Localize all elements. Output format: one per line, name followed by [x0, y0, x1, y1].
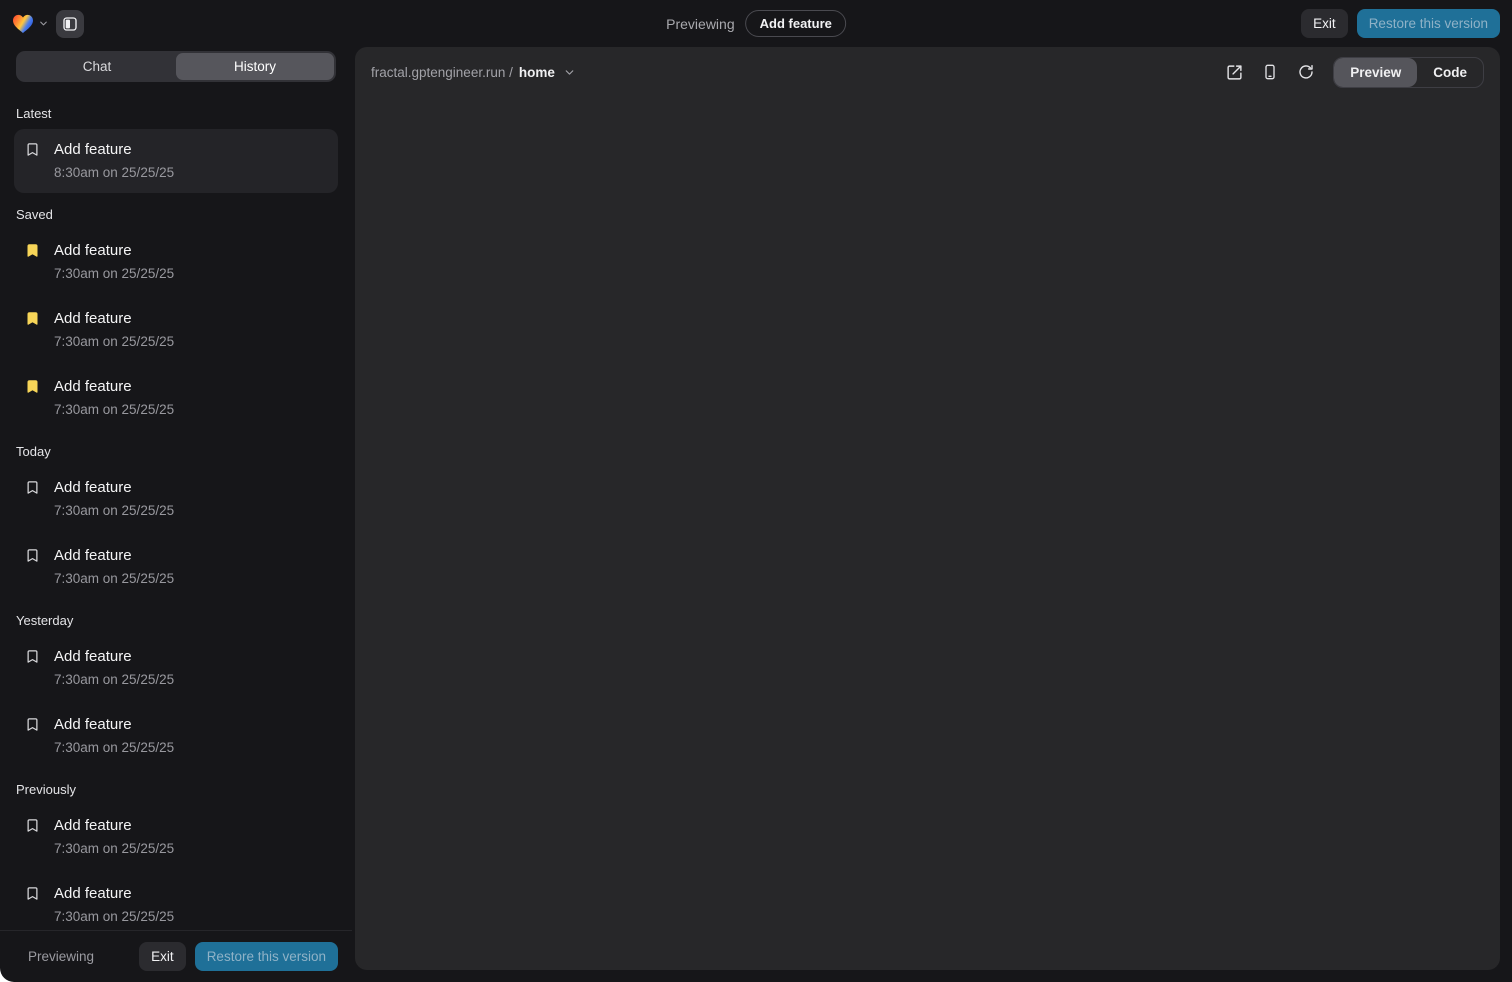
chevron-down-icon: [563, 66, 576, 79]
mobile-view-button[interactable]: [1257, 59, 1283, 85]
bookmark-outline-icon: [25, 886, 41, 902]
bookmark-outline-icon: [25, 480, 41, 496]
history-item[interactable]: Add feature7:30am on 25/25/25: [14, 366, 338, 430]
history-item[interactable]: Add feature7:30am on 25/25/25: [14, 704, 338, 768]
history-section: YesterdayAdd feature7:30am on 25/25/25Ad…: [14, 613, 338, 768]
bookmark-filled-icon: [25, 311, 41, 327]
tab-code[interactable]: Code: [1417, 58, 1483, 87]
restore-version-button[interactable]: Restore this version: [1357, 9, 1500, 39]
history-section: PreviouslyAdd feature7:30am on 25/25/25A…: [14, 782, 338, 930]
open-external-button[interactable]: [1221, 59, 1247, 85]
chevron-down-icon: [38, 18, 49, 29]
bookmark-outline-icon: [25, 818, 41, 834]
sidebar-footer: Previewing Exit Restore this version: [0, 930, 352, 982]
refresh-icon: [1298, 64, 1314, 80]
app-logo-menu[interactable]: [12, 14, 49, 34]
history-item-title: Add feature: [54, 376, 327, 398]
history-item-time: 7:30am on 25/25/25: [54, 907, 327, 927]
history-item-time: 7:30am on 25/25/25: [54, 670, 327, 690]
topbar-left-group: [12, 10, 84, 38]
bookmark-outline-icon: [25, 548, 41, 564]
url-dropdown[interactable]: fractal.gptengineer.run / home: [371, 65, 576, 80]
history-item-time: 7:30am on 25/25/25: [54, 264, 327, 284]
tab-history[interactable]: History: [176, 53, 334, 80]
top-bar: Previewing Add feature Exit Restore this…: [0, 0, 1512, 47]
bookmark-outline-icon: [25, 717, 41, 733]
history-section: SavedAdd feature7:30am on 25/25/25Add fe…: [14, 207, 338, 430]
history-item-title: Add feature: [54, 815, 327, 837]
history-item-title: Add feature: [54, 139, 327, 161]
sidebar-toggle-button[interactable]: [56, 10, 84, 38]
history-item[interactable]: Add feature7:30am on 25/25/25: [14, 298, 338, 362]
version-pill-button[interactable]: Add feature: [746, 10, 846, 37]
footer-exit-button[interactable]: Exit: [139, 942, 186, 972]
history-item-time: 7:30am on 25/25/25: [54, 569, 327, 589]
history-item[interactable]: Add feature8:30am on 25/25/25: [14, 129, 338, 193]
footer-previewing-label: Previewing: [28, 949, 94, 964]
history-item-time: 7:30am on 25/25/25: [54, 501, 327, 521]
preview-header: fractal.gptengineer.run / home: [355, 47, 1500, 97]
bookmark-filled-icon: [25, 243, 41, 259]
section-title: Yesterday: [16, 613, 336, 628]
section-title: Latest: [16, 106, 336, 121]
history-item[interactable]: Add feature7:30am on 25/25/25: [14, 873, 338, 930]
history-item-time: 8:30am on 25/25/25: [54, 163, 327, 183]
previewing-label: Previewing: [666, 16, 734, 32]
panel-left-icon: [62, 16, 78, 32]
bookmark-outline-icon: [25, 142, 41, 158]
heart-logo: [12, 14, 34, 34]
refresh-button[interactable]: [1293, 59, 1319, 85]
history-item-title: Add feature: [54, 240, 327, 262]
preview-content: [355, 97, 1500, 970]
history-item[interactable]: Add feature7:30am on 25/25/25: [14, 535, 338, 599]
tab-preview[interactable]: Preview: [1334, 58, 1417, 87]
history-item[interactable]: Add feature7:30am on 25/25/25: [14, 230, 338, 294]
history-item-time: 7:30am on 25/25/25: [54, 839, 327, 859]
app-window: Previewing Add feature Exit Restore this…: [0, 0, 1512, 982]
preview-header-actions: PreviewCode: [1211, 57, 1484, 88]
history-section: TodayAdd feature7:30am on 25/25/25Add fe…: [14, 444, 338, 599]
history-item-title: Add feature: [54, 714, 327, 736]
section-title: Saved: [16, 207, 336, 222]
footer-restore-version-button[interactable]: Restore this version: [195, 942, 338, 972]
url-page: home: [519, 65, 555, 80]
history-item[interactable]: Add feature7:30am on 25/25/25: [14, 805, 338, 869]
sidebar-tab-switcher: ChatHistory: [16, 51, 336, 82]
history-item-time: 7:30am on 25/25/25: [54, 332, 327, 352]
view-mode-switcher: PreviewCode: [1333, 57, 1484, 88]
history-item[interactable]: Add feature7:30am on 25/25/25: [14, 636, 338, 700]
history-item-title: Add feature: [54, 646, 327, 668]
tab-chat[interactable]: Chat: [18, 53, 176, 80]
history-item-title: Add feature: [54, 545, 327, 567]
section-title: Today: [16, 444, 336, 459]
smartphone-icon: [1262, 64, 1278, 80]
external-link-icon: [1226, 64, 1243, 81]
history-sidebar: ChatHistory LatestAdd feature8:30am on 2…: [0, 47, 352, 982]
history-item-time: 7:30am on 25/25/25: [54, 738, 327, 758]
preview-panel: fractal.gptengineer.run / home: [355, 47, 1500, 970]
history-item-title: Add feature: [54, 883, 327, 905]
history-list: LatestAdd feature8:30am on 25/25/25Saved…: [0, 91, 352, 930]
history-item[interactable]: Add feature7:30am on 25/25/25: [14, 467, 338, 531]
history-item-title: Add feature: [54, 477, 327, 499]
url-prefix: fractal.gptengineer.run /: [371, 65, 513, 80]
history-section: Latest Add feature8:30am on 25/25/25: [14, 106, 338, 193]
history-item-title: Add feature: [54, 308, 327, 330]
topbar-right-group: Exit Restore this version: [1301, 9, 1500, 39]
bookmark-filled-icon: [25, 379, 41, 395]
section-title: Previously: [16, 782, 336, 797]
exit-button[interactable]: Exit: [1301, 9, 1348, 39]
topbar-center-group: Previewing Add feature: [666, 0, 846, 47]
bookmark-outline-icon: [25, 649, 41, 665]
history-item-time: 7:30am on 25/25/25: [54, 400, 327, 420]
